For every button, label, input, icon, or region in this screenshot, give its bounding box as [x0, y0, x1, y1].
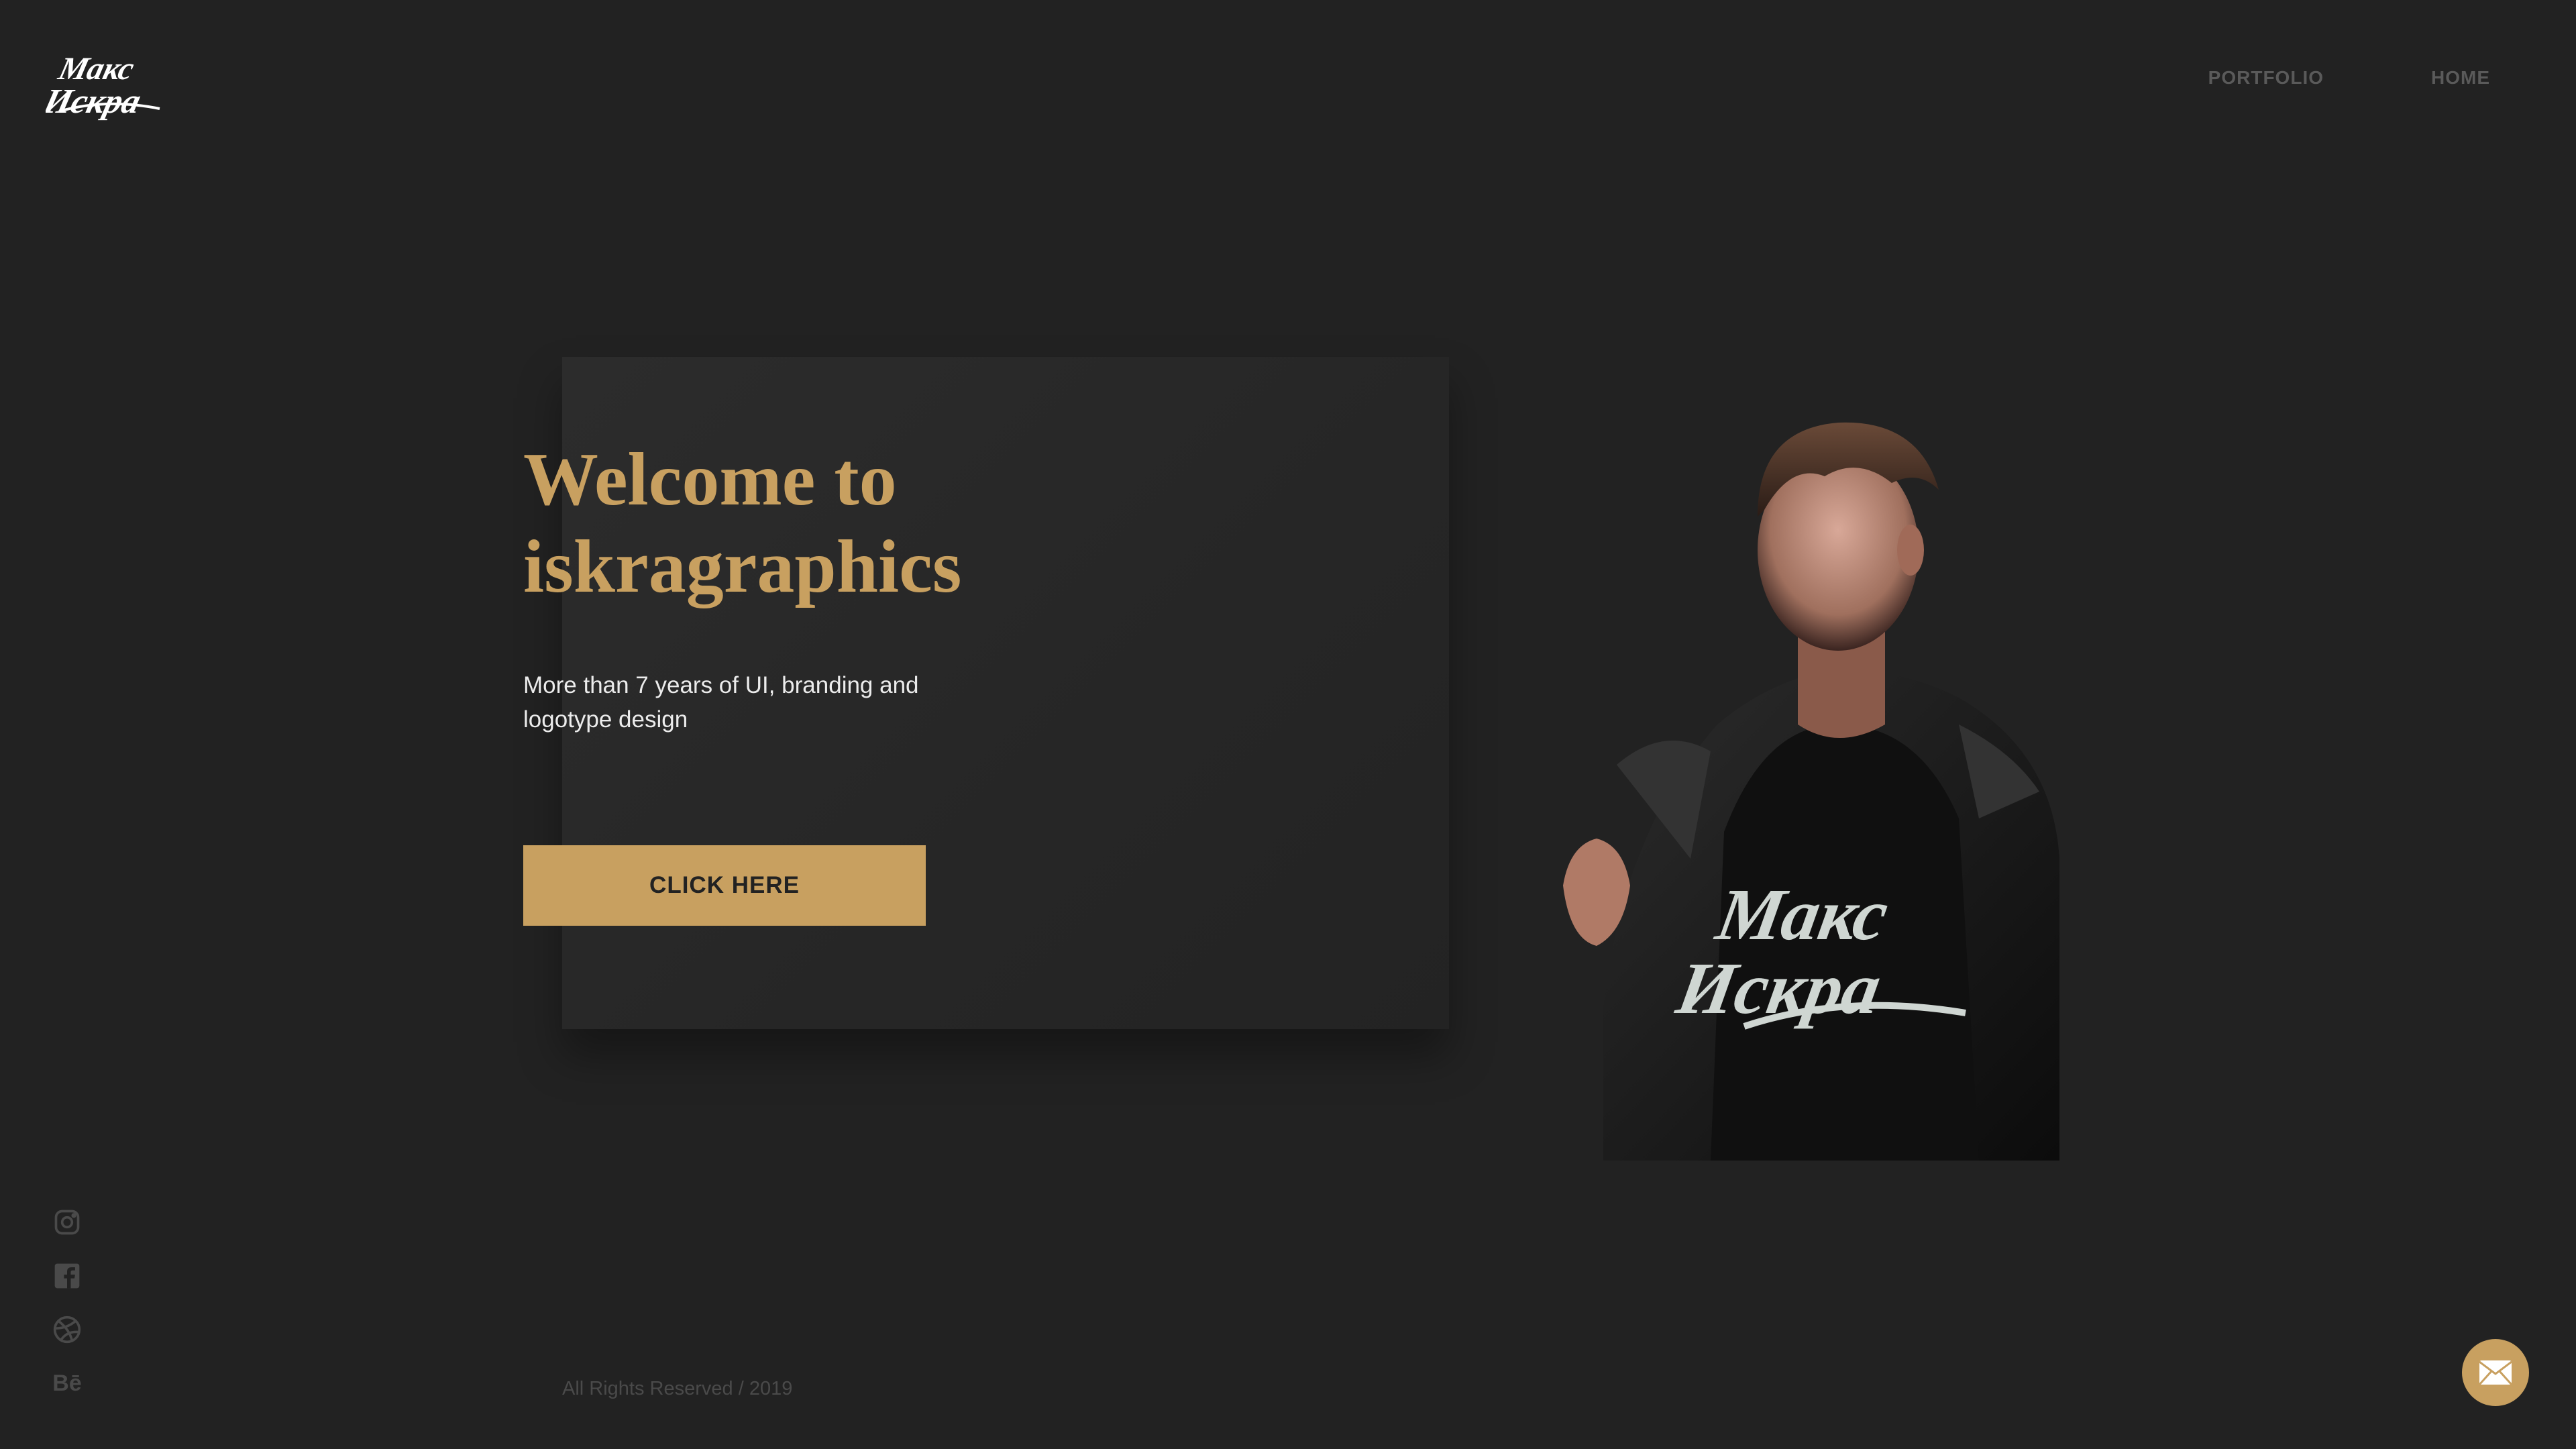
footer-copyright: All Rights Reserved / 2019 [562, 1378, 793, 1399]
instagram-icon[interactable] [52, 1208, 82, 1237]
hero-subtitle: More than 7 years of UI, branding and lo… [523, 672, 919, 733]
brand-logo-mark: Макс Искра [40, 51, 160, 121]
envelope-icon [2478, 1360, 2513, 1386]
hero-title-line1: Welcome to [523, 438, 897, 521]
social-links: Bē [52, 1208, 82, 1422]
behance-icon[interactable]: Bē [52, 1368, 82, 1398]
facebook-icon[interactable] [52, 1261, 82, 1291]
portrait-photo: Макс Искра [1543, 349, 2080, 1161]
mail-button[interactable] [2462, 1339, 2529, 1406]
hero-title: Welcome to iskragraphics [523, 436, 1127, 610]
portrait-illustration: Макс Искра [1563, 422, 2059, 1161]
svg-text:Искра: Искра [46, 83, 145, 121]
svg-text:Макс: Макс [54, 51, 138, 87]
click-here-button[interactable]: CLICK HERE [523, 845, 926, 926]
nav-portfolio[interactable]: PORTFOLIO [2208, 67, 2324, 89]
hero-title-line2: iskragraphics [523, 525, 962, 608]
top-nav: PORTFOLIO HOME [2208, 67, 2490, 89]
page: Макс Искра PORTFOLIO HOME Welcome to isk… [0, 0, 2576, 1449]
dribbble-icon[interactable] [52, 1315, 82, 1344]
brand-logo[interactable]: Макс Искра [40, 44, 166, 125]
svg-text:Макс: Макс [1710, 873, 1894, 955]
nav-home[interactable]: HOME [2431, 67, 2490, 89]
